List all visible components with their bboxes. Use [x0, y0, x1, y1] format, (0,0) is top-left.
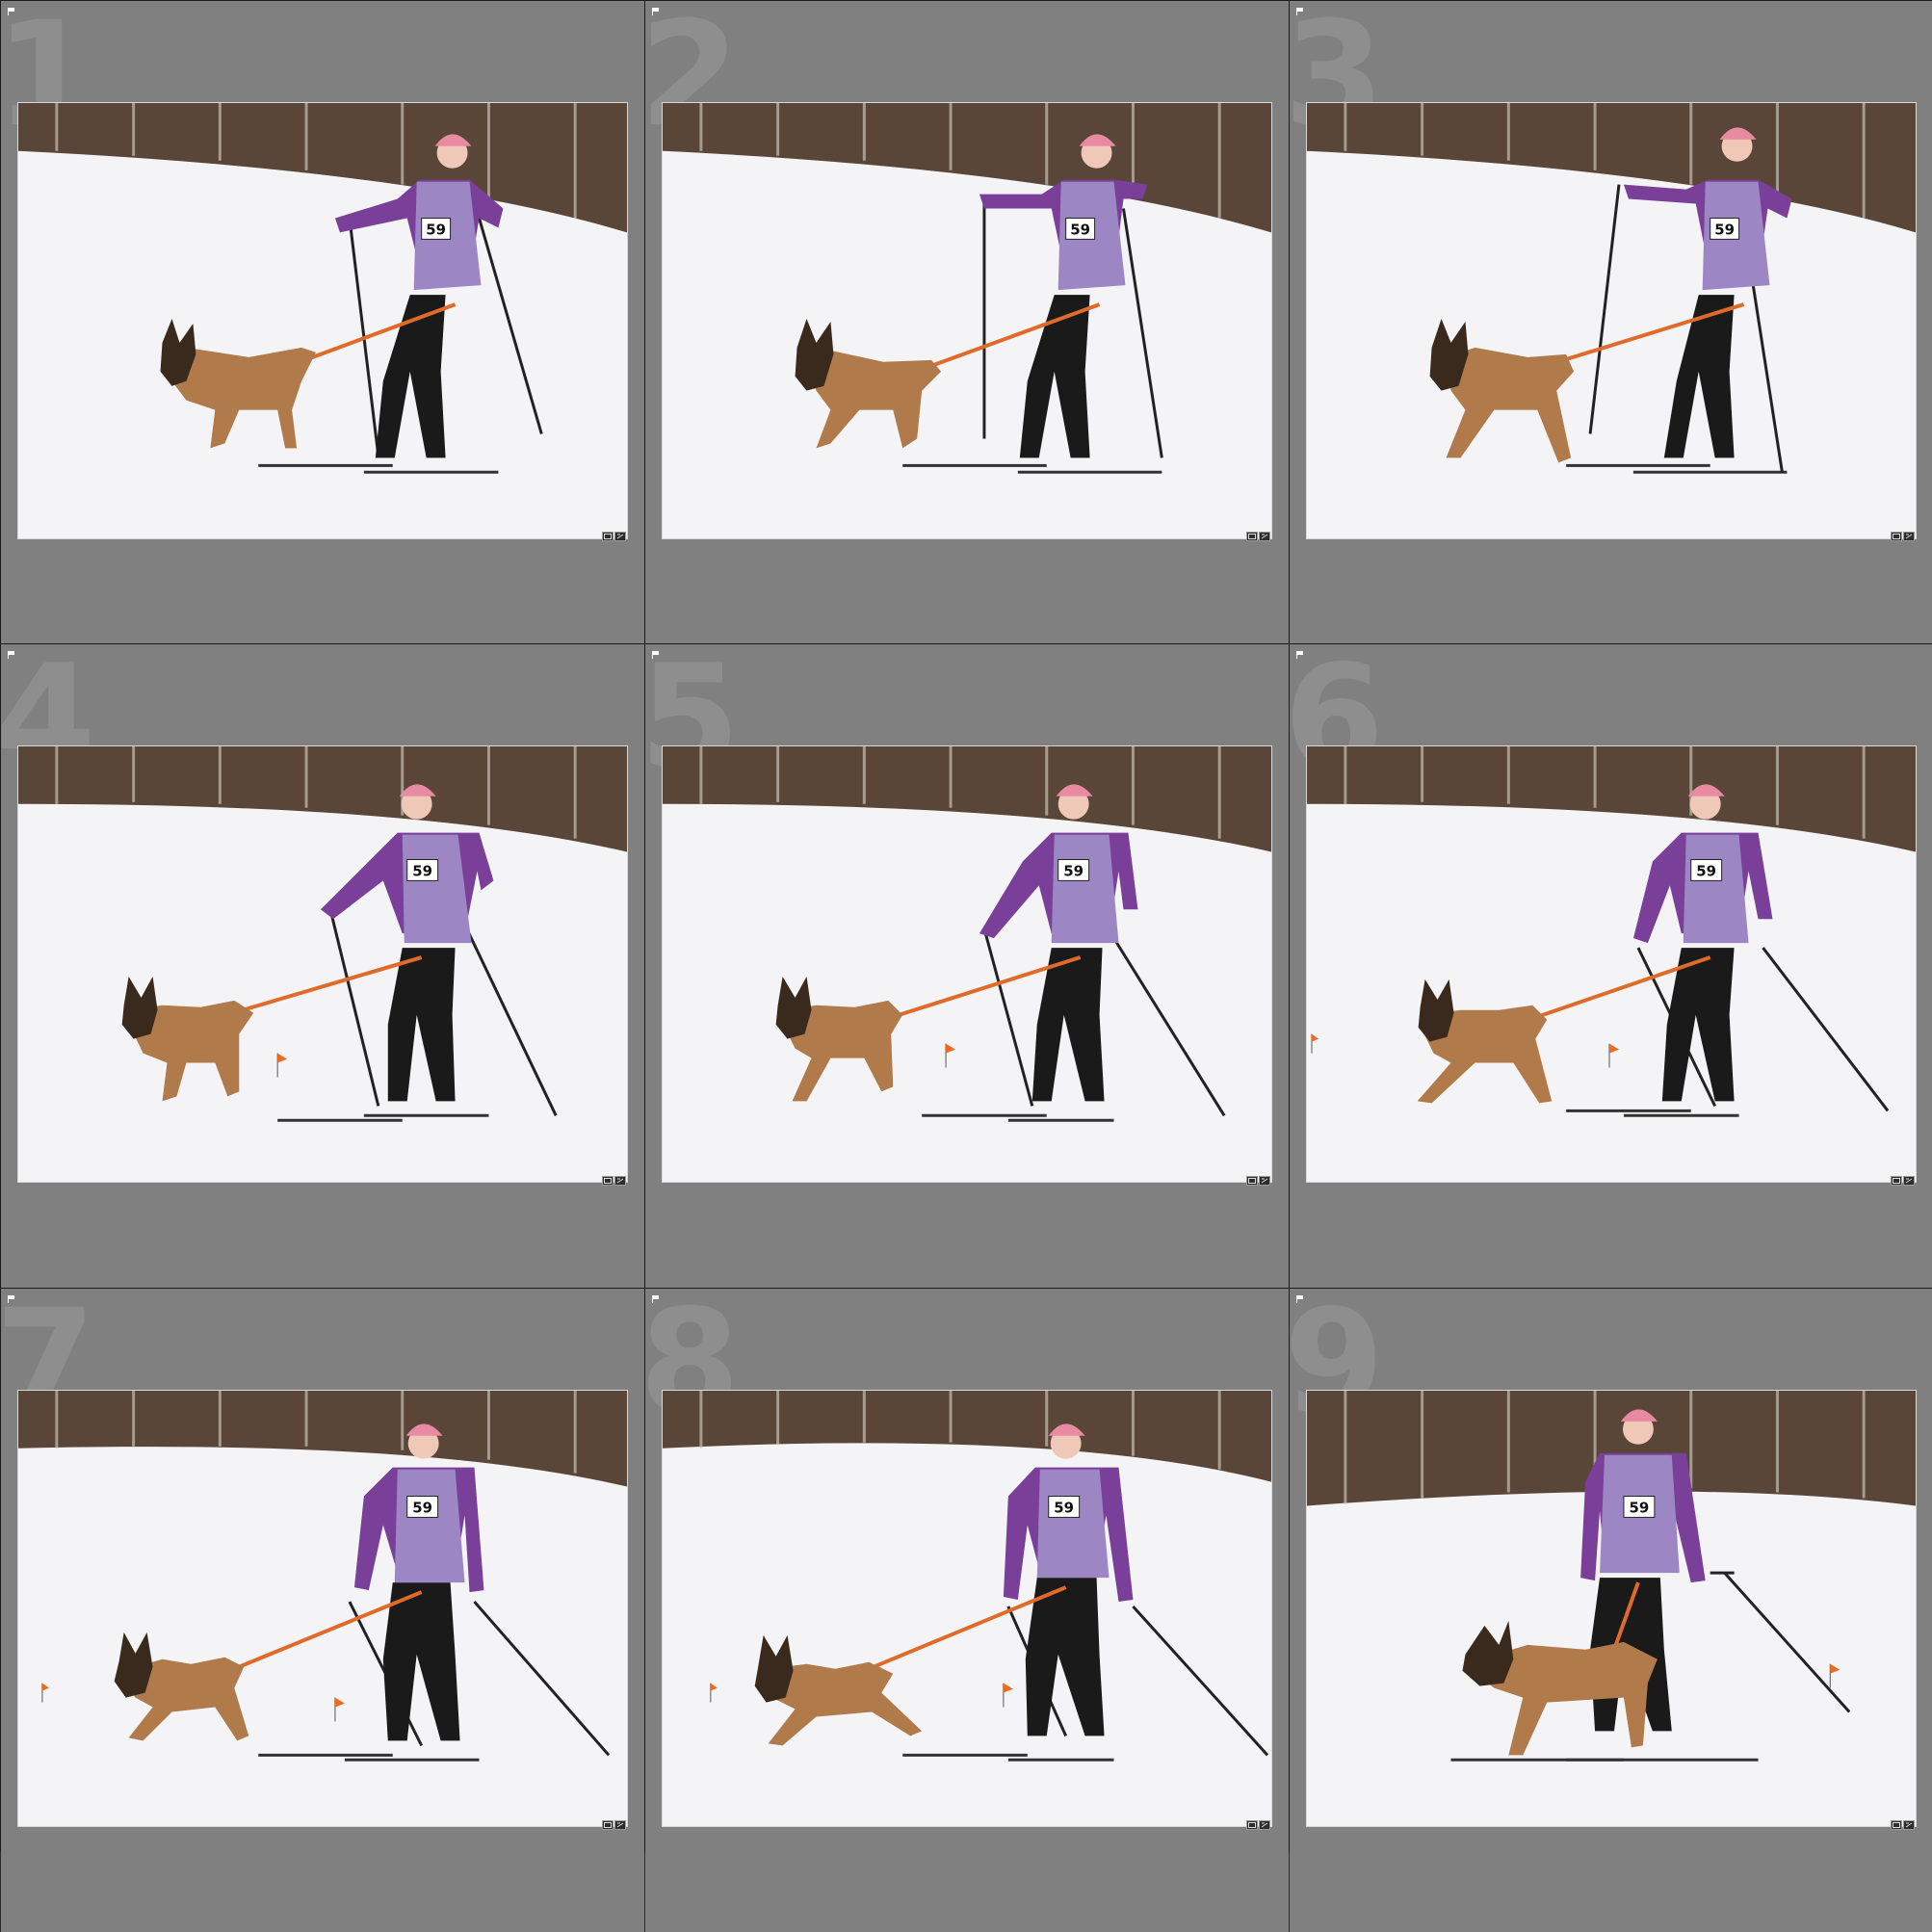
develop-settings-badge-icon[interactable]	[1903, 532, 1915, 541]
crop-badge-icon[interactable]	[1891, 532, 1902, 541]
race-bib-number: 59	[1714, 221, 1735, 238]
flag-icon[interactable]	[1296, 1295, 1304, 1303]
flag-icon[interactable]	[8, 8, 15, 15]
develop-settings-badge-icon[interactable]	[1259, 532, 1270, 541]
crop-badge-icon[interactable]	[1246, 1176, 1258, 1186]
flag-icon[interactable]	[652, 1295, 660, 1303]
crop-badge-icon[interactable]	[602, 1176, 614, 1186]
race-bib-number: 59	[1054, 1499, 1074, 1516]
grid-cell[interactable]: 8 59	[645, 1289, 1289, 1932]
crop-badge-icon[interactable]	[602, 1820, 614, 1830]
photo-thumbnail[interactable]: 59	[662, 745, 1272, 1183]
race-bib-number: 59	[426, 221, 446, 238]
race-bib-number: 59	[412, 1499, 432, 1516]
grid-cell[interactable]: 5 59	[645, 644, 1289, 1288]
grid-cell[interactable]: 9 59	[1290, 1289, 1932, 1932]
photo-thumbnail[interactable]: 59	[1306, 102, 1917, 539]
develop-settings-badge-icon[interactable]	[1259, 1820, 1270, 1830]
race-bib-number: 59	[1696, 862, 1716, 879]
race-bib-number: 59	[1070, 221, 1090, 238]
flag-icon[interactable]	[8, 651, 15, 659]
crop-badge-icon[interactable]	[1246, 1820, 1258, 1830]
photo-thumbnail[interactable]: 59	[17, 1390, 628, 1827]
flag-icon[interactable]	[652, 8, 660, 15]
photo-thumbnail[interactable]: 59	[1306, 745, 1917, 1183]
photo-thumbnail[interactable]: 59	[662, 1390, 1272, 1827]
crop-badge-icon[interactable]	[1891, 1820, 1902, 1830]
crop-badge-icon[interactable]	[1891, 1176, 1902, 1186]
grid-cell[interactable]: 2 59	[645, 1, 1289, 643]
develop-settings-badge-icon[interactable]	[614, 1176, 626, 1186]
develop-settings-badge-icon[interactable]	[614, 1820, 626, 1830]
photo-thumbnail[interactable]: 59	[17, 102, 628, 539]
race-bib-number: 59	[1630, 1499, 1650, 1516]
crop-badge-icon[interactable]	[602, 532, 614, 541]
develop-settings-badge-icon[interactable]	[1259, 1176, 1270, 1186]
develop-settings-badge-icon[interactable]	[1903, 1176, 1915, 1186]
grid-cell[interactable]: 3 59	[1290, 1, 1932, 643]
develop-settings-badge-icon[interactable]	[1903, 1820, 1915, 1830]
photo-thumbnail[interactable]: 59	[662, 102, 1272, 539]
flag-icon[interactable]	[652, 651, 660, 659]
flag-icon[interactable]	[1296, 651, 1304, 659]
grid-cell[interactable]: 6 59	[1290, 644, 1932, 1288]
race-bib-number: 59	[1063, 862, 1083, 879]
grid-cell[interactable]: 4 59	[1, 644, 644, 1288]
grid-cell[interactable]: 1 59	[1, 1, 644, 643]
crop-badge-icon[interactable]	[1246, 532, 1258, 541]
flag-icon[interactable]	[1296, 8, 1304, 15]
race-bib-number: 59	[412, 862, 432, 879]
grid-cell[interactable]: 7 59	[1, 1289, 644, 1932]
photo-thumbnail[interactable]: 59	[1306, 1390, 1917, 1827]
photo-thumbnail[interactable]: 59	[17, 745, 628, 1183]
develop-settings-badge-icon[interactable]	[614, 532, 626, 541]
flag-icon[interactable]	[8, 1295, 15, 1303]
thumbnail-grid: 1 59 2 59 3 59 4 59 5 59 6 59 7 59 8 59 …	[0, 0, 1932, 1932]
